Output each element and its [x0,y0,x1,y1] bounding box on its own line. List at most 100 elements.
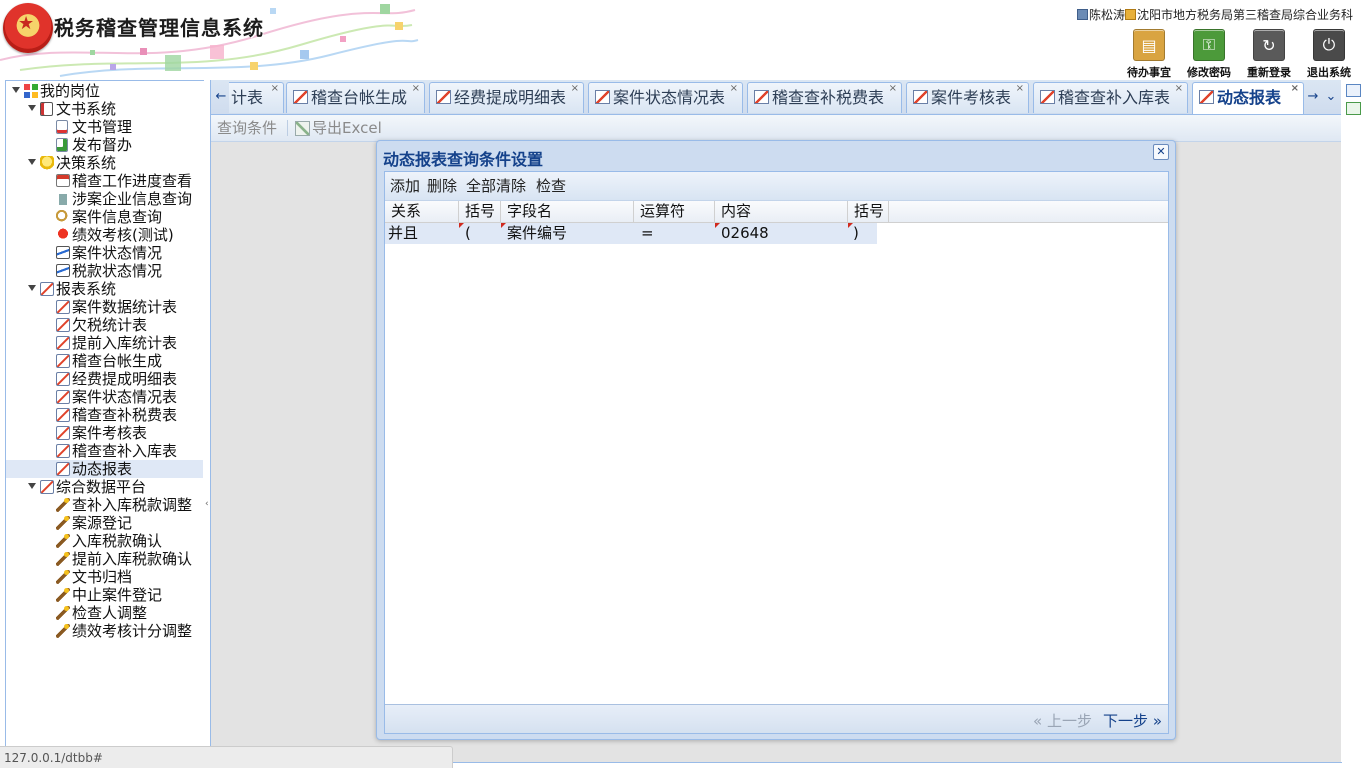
tree-item-selected[interactable]: 动态报表 [6,460,203,478]
tree-group-decision[interactable]: 决策系统 [6,154,203,172]
tree-item[interactable]: 发布督办 [6,136,203,154]
col-header-open-paren[interactable]: 括号 [459,201,501,222]
todo-button[interactable]: ▤ 待办事宜 [1119,29,1179,80]
wand-icon [56,606,70,620]
magnifier-icon [56,210,70,224]
close-icon[interactable]: ✕ [1153,144,1169,160]
grid-header: 关系 括号 字段名 运算符 内容 括号 [385,201,1168,223]
cell-content[interactable]: 02648 [715,223,848,244]
clear-all-button[interactable]: 全部清除 [466,177,526,195]
tree-item[interactable]: 绩效考核(测试) [6,226,203,244]
close-icon[interactable]: × [271,83,279,104]
chart-icon [56,372,70,386]
check-button[interactable]: 检查 [536,177,566,195]
wand-icon [56,588,70,602]
tree-item[interactable]: 稽查工作进度查看 [6,172,203,190]
tree-item[interactable]: 提前入库统计表 [6,334,203,352]
col-header-field[interactable]: 字段名 [501,201,634,222]
next-step-button[interactable]: 下一步 » [1103,710,1162,731]
tree-item[interactable]: 经费提成明细表 [6,370,203,388]
close-icon[interactable]: × [1291,83,1299,104]
tab-menu-chevron-icon[interactable]: ⌄ [1323,84,1339,110]
tree-group-reports[interactable]: 报表系统 [6,280,203,298]
tab-item[interactable]: 案件状态情况表 × [588,82,743,113]
tab-item[interactable]: 经费提成明细表 × [429,82,584,113]
col-header-content[interactable]: 内容 [715,201,848,222]
expand-arrow-icon[interactable] [12,87,20,93]
tree-item[interactable]: 案件数据统计表 [6,298,203,316]
tree-item[interactable]: 中止案件登记 [6,586,203,604]
tree-item[interactable]: 案件状态情况表 [6,388,203,406]
relogin-icon: ↻ [1253,29,1285,61]
close-icon[interactable]: × [1175,83,1183,104]
book-icon [40,102,53,116]
user-info: 陈松涛 沈阳市地方税务局第三稽查局综合业务科 [1076,6,1353,23]
tab-item[interactable]: 案件考核表 × [906,82,1029,113]
add-button[interactable]: 添加 [390,177,420,195]
power-icon: ⏻ [1313,29,1345,61]
tree-item[interactable]: 案源登记 [6,514,203,532]
table-row[interactable]: 并且 ( 案件编号 = 02648 ) [385,223,877,244]
tab-scroll-left-icon[interactable]: ← [213,84,229,110]
close-icon[interactable]: × [730,83,738,104]
tab-item[interactable]: 稽查台帐生成 × [286,82,425,113]
relogin-button[interactable]: ↻ 重新登录 [1239,29,1299,80]
change-password-button[interactable]: ⚿ 修改密码 [1179,29,1239,80]
tree-item[interactable]: 欠税统计表 [6,316,203,334]
tab-item[interactable]: 稽查查补税费表 × [747,82,902,113]
tree-item[interactable]: 案件状态情况 [6,244,203,262]
tree-item[interactable]: 入库税款确认 [6,532,203,550]
collapse-handle-icon[interactable]: ‹ [205,495,209,513]
todo-clipboard-icon: ▤ [1133,29,1165,61]
close-icon[interactable]: × [1016,83,1024,104]
restore-icon[interactable] [1346,102,1361,115]
tree-group-docs[interactable]: 文书系统 [6,100,203,118]
tree-item[interactable]: 稽查查补入库表 [6,442,203,460]
col-header-relation[interactable]: 关系 [385,201,459,222]
cell-field[interactable]: 案件编号 [501,223,634,244]
tab-item-active[interactable]: 动态报表 × [1192,82,1304,114]
wand-icon [56,570,70,584]
expand-arrow-icon[interactable] [28,285,36,291]
expand-arrow-icon[interactable] [28,159,36,165]
tree-item[interactable]: 查补入库税款调整 [6,496,203,514]
expand-arrow-icon[interactable] [28,483,36,489]
tree-item[interactable]: 检查人调整 [6,604,203,622]
tree-item[interactable]: 文书管理 [6,118,203,136]
tree-item[interactable]: 稽查查补税费表 [6,406,203,424]
tree-item[interactable]: 税款状态情况 [6,262,203,280]
prev-step-button[interactable]: « 上一步 [1033,710,1092,731]
tab-item[interactable]: 稽查查补入库表 × [1033,82,1188,113]
delete-button[interactable]: 删除 [427,177,457,195]
query-condition-button[interactable]: 查询条件 [217,119,277,137]
tab-scroll-right-icon[interactable]: → [1305,84,1321,110]
close-icon[interactable]: × [889,83,897,104]
tree-root[interactable]: 我的岗位 [6,82,203,100]
expand-arrow-icon[interactable] [28,105,36,111]
tree-item[interactable]: 案件信息查询 [6,208,203,226]
close-icon[interactable]: × [571,83,579,104]
col-header-close-paren[interactable]: 括号 [848,201,889,222]
cell-operator[interactable]: = [634,223,715,244]
tree-item[interactable]: 文书归档 [6,568,203,586]
close-icon[interactable]: × [412,83,420,104]
window-icon[interactable] [1346,84,1361,97]
browser-status-bar: 127.0.0.1/dtbb# [0,746,453,768]
export-excel-button[interactable]: 导出Excel [312,119,382,137]
tree-item[interactable]: 案件考核表 [6,424,203,442]
tab-item[interactable]: 计表 × [229,82,284,113]
tree-item[interactable]: 提前入库税款确认 [6,550,203,568]
cell-open-paren[interactable]: ( [459,223,501,244]
cell-close-paren[interactable]: ) [848,223,877,244]
chart-icon [56,300,70,314]
tree-item[interactable]: 绩效考核计分调整 [6,622,203,640]
tree-item[interactable]: 稽查台帐生成 [6,352,203,370]
logout-button[interactable]: ⏻ 退出系统 [1299,29,1359,80]
chart-icon [56,462,70,476]
tree-item[interactable]: 涉案企业信息查询 [6,190,203,208]
nav-tree: 我的岗位 文书系统 文书管理 发布督办 决策系统 稽查工作进度查看 涉案企业信息… [5,80,205,752]
col-header-operator[interactable]: 运算符 [634,201,715,222]
tree-group-data-platform[interactable]: 综合数据平台 [6,478,203,496]
cell-relation[interactable]: 并且 [385,223,459,244]
tab-strip: ← 计表 × 稽查台帐生成 × 经费提成明细表 × 案件状态情况表 × 稽查查补… [211,80,1341,115]
